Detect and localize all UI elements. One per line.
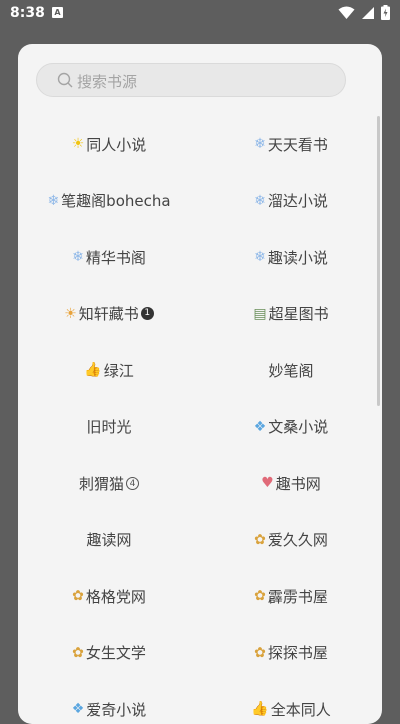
source-item[interactable]: ☀ 知轩藏书 1: [18, 286, 200, 343]
source-row: 👍 绿江 妙笔阁: [18, 342, 382, 399]
search-box[interactable]: 搜索书源: [36, 63, 346, 97]
source-grid: ☀ 同人小说 ❄ 天天看书 ❄ 笔趣阁bohecha ❄ 溜达小说 ❄ 精华书阁 ❄ 趣读小说 ☀ 知轩藏…: [18, 116, 382, 724]
source-item[interactable]: 妙笔阁: [200, 342, 382, 399]
status-time: 8:38: [10, 5, 45, 21]
source-item[interactable]: ❖ 文桑小说: [200, 399, 382, 456]
search-icon: [57, 72, 73, 88]
thumbs-up-icon: 👍: [84, 362, 102, 379]
source-item[interactable]: ❄ 趣读小说: [200, 229, 382, 286]
source-item[interactable]: 趣读网: [18, 512, 200, 569]
source-row: 刺猬猫 4 ♥ 趣书网: [18, 455, 382, 512]
source-item[interactable]: ☀ 同人小说: [18, 116, 200, 173]
source-label: 格格党网: [85, 587, 146, 606]
source-item[interactable]: 👍 全本同人: [200, 681, 382, 724]
source-row: ☀ 知轩藏书 1 ▤ 超星图书: [18, 286, 382, 343]
source-item[interactable]: ▤ 超星图书: [200, 286, 382, 343]
diamond-icon: ❖: [253, 418, 267, 435]
status-bar: 8:38 A: [0, 0, 400, 28]
source-item[interactable]: ✿ 霹雳书屋: [200, 568, 382, 625]
source-row: 趣读网 ✿ 爱久久网: [18, 512, 382, 569]
count-badge: 1: [140, 307, 154, 321]
source-label: 知轩藏书: [78, 305, 139, 324]
source-label: 溜达小说: [267, 192, 328, 211]
source-label: 女生文学: [85, 644, 146, 663]
circled-number: 4: [126, 476, 139, 490]
source-label: 笔趣阁bohecha: [61, 192, 171, 211]
source-label: 天天看书: [267, 135, 328, 154]
source-item[interactable]: ❖ 爱奇小说: [18, 681, 200, 724]
source-item[interactable]: ❄ 笔趣阁bohecha: [18, 173, 200, 230]
source-label: 趣读网: [86, 531, 132, 550]
source-row: ❄ 笔趣阁bohecha ❄ 溜达小说: [18, 173, 382, 230]
bouquet-icon: ✿: [72, 644, 84, 661]
source-label: 超星图书: [268, 305, 329, 324]
wifi-icon: [338, 6, 355, 20]
source-row: 旧时光 ❖ 文桑小说: [18, 399, 382, 456]
search-input[interactable]: 搜索书源: [77, 71, 137, 92]
bouquet-icon: ✿: [72, 588, 84, 605]
source-item[interactable]: ♥ 趣书网: [200, 455, 382, 512]
source-label: 精华书阁: [85, 248, 146, 267]
source-item[interactable]: ❄ 天天看书: [200, 116, 382, 173]
battery-charging-icon: [381, 5, 390, 20]
source-item[interactable]: ✿ 探探书屋: [200, 625, 382, 682]
source-label: 爱奇小说: [86, 700, 147, 719]
source-label: 趣读小说: [267, 248, 328, 267]
source-item[interactable]: ✿ 爱久久网: [200, 512, 382, 569]
source-item[interactable]: 👍 绿江: [18, 342, 200, 399]
snowflake-icon: ❄: [254, 249, 266, 266]
source-row: ❄ 精华书阁 ❄ 趣读小说: [18, 229, 382, 286]
source-label: 霹雳书屋: [267, 587, 328, 606]
source-row: ❖ 爱奇小说 👍 全本同人: [18, 681, 382, 724]
bouquet-icon: ✿: [254, 588, 266, 605]
sun-icon: ☀: [64, 305, 77, 322]
source-label: 同人小说: [86, 135, 147, 154]
snowflake-icon: ❄: [254, 136, 266, 153]
cell-signal-icon: [361, 6, 375, 20]
source-row: ☀ 同人小说 ❄ 天天看书: [18, 116, 382, 173]
snowflake-icon: ❄: [47, 192, 60, 209]
source-item[interactable]: ✿ 格格党网: [18, 568, 200, 625]
source-item[interactable]: ❄ 溜达小说: [200, 173, 382, 230]
notification-icon: A: [52, 7, 63, 18]
status-icons: [338, 5, 390, 20]
source-label: 妙笔阁: [268, 361, 314, 380]
source-item[interactable]: 刺猬猫 4: [18, 455, 200, 512]
bouquet-icon: ✿: [254, 531, 266, 548]
heart-icon: ♥: [261, 475, 274, 492]
source-row: ✿ 格格党网 ✿ 霹雳书屋: [18, 568, 382, 625]
source-label: 趣书网: [275, 474, 321, 493]
diamond-icon: ❖: [71, 701, 85, 718]
bouquet-icon: ✿: [254, 644, 266, 661]
source-label: 文桑小说: [268, 418, 329, 437]
source-label: 旧时光: [86, 418, 132, 437]
source-row: ✿ 女生文学 ✿ 探探书屋: [18, 625, 382, 682]
book-source-sheet: 搜索书源 ☀ 同人小说 ❄ 天天看书 ❄ 笔趣阁bohecha ❄ 溜达小说 ❄ 精华书阁 ❄ 趣读小…: [18, 44, 382, 724]
snowflake-icon: ❄: [254, 192, 266, 209]
source-item[interactable]: ✿ 女生文学: [18, 625, 200, 682]
books-icon: ▤: [253, 305, 267, 322]
snowflake-icon: ❄: [72, 249, 84, 266]
source-label: 绿江: [103, 361, 134, 380]
source-label: 刺猬猫: [78, 474, 124, 493]
source-label: 爱久久网: [267, 531, 328, 550]
thumbs-up-icon: 👍: [251, 701, 269, 718]
sun-icon: ☀: [71, 136, 85, 153]
source-item[interactable]: 旧时光: [18, 399, 200, 456]
source-label: 全本同人: [270, 700, 331, 719]
source-item[interactable]: ❄ 精华书阁: [18, 229, 200, 286]
source-label: 探探书屋: [267, 644, 328, 663]
